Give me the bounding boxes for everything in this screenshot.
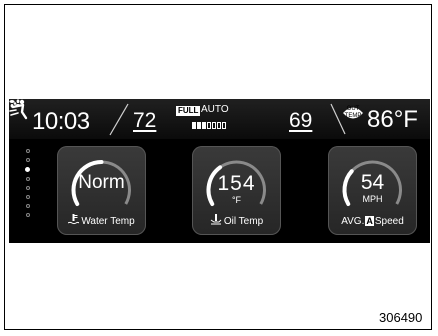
page-dot [26, 149, 30, 153]
multi-function-display: 10:03 72 FULL AUTO 69 OUT TEMP 86°F Norm… [9, 99, 430, 243]
page-dot [26, 177, 30, 181]
outside-label-bottom: TEMP [344, 113, 362, 119]
oil-temp-icon [210, 214, 222, 225]
fan-level-bar [207, 122, 211, 129]
outside-temperature: 86°F [367, 106, 418, 133]
fan-level-bar [197, 122, 201, 129]
water-temp-label: Water Temp [81, 216, 135, 227]
fan-level-bar [192, 122, 196, 129]
page-dot [26, 204, 30, 208]
water-temp-icon [68, 214, 80, 225]
full-badge: FULL [176, 106, 201, 116]
avg-speed-prefix: AVG. [341, 216, 365, 227]
water-temp-gauge[interactable]: Norm Water Temp [57, 146, 146, 235]
trip-a-badge: A [365, 216, 374, 226]
avg-speed-value: 54 [360, 171, 385, 194]
airflow-mode-icon[interactable] [9, 99, 29, 121]
page-dot [26, 195, 30, 199]
oil-temp-label: Oil Temp [223, 216, 264, 227]
fan-level-bar [217, 122, 221, 129]
fan-level-bar [222, 122, 226, 129]
avg-speed-gauge[interactable]: 54 MPH AVG. A Speed [328, 146, 417, 235]
water-temp-label-row: Water Temp [57, 214, 146, 227]
fan-level-bar [202, 122, 206, 129]
outside-temp-label: OUT TEMP [344, 106, 362, 120]
water-temp-value: Norm [78, 172, 125, 193]
avg-speed-unit: MPH [362, 194, 383, 204]
oil-temp-unit: °F [231, 195, 242, 205]
page-indicator [25, 149, 31, 222]
clock: 10:03 [32, 108, 90, 135]
passenger-temperature[interactable]: 69 [289, 110, 312, 131]
page-dot [26, 186, 30, 190]
page-dot [26, 213, 30, 217]
auto-label: AUTO [201, 104, 229, 115]
outside-label-top: OUT [346, 106, 360, 112]
oil-temp-label-row: Oil Temp [192, 214, 281, 227]
climate-status-bar: 10:03 72 FULL AUTO 69 OUT TEMP 86°F [9, 99, 430, 139]
fan-level-bar [212, 122, 216, 129]
avg-speed-label-row: AVG. A Speed [328, 216, 417, 227]
figure-number: 306490 [379, 310, 423, 325]
oil-temp-gauge[interactable]: 154 °F Oil Temp [192, 146, 281, 235]
page-dot [26, 158, 30, 162]
fan-speed-indicator [192, 122, 226, 129]
page-dot [25, 167, 30, 172]
avg-speed-label: Speed [374, 216, 404, 227]
oil-temp-value: 154 [217, 172, 256, 195]
driver-temperature[interactable]: 72 [133, 110, 156, 131]
